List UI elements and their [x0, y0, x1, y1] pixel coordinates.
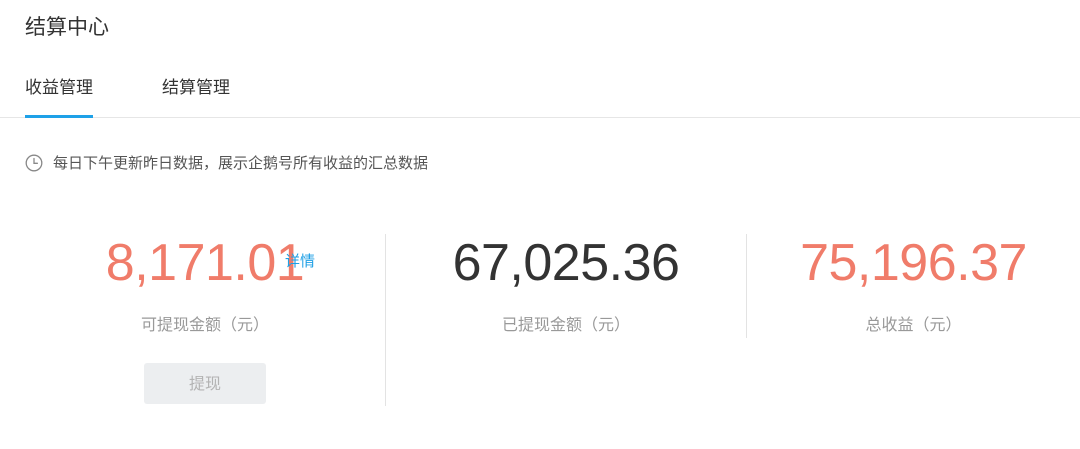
stat-withdrawable: 8,171.01 详情 可提现金额（元） 提现	[25, 232, 385, 407]
tab-settlement-management[interactable]: 结算管理	[162, 76, 230, 100]
tab-income-management[interactable]: 收益管理	[25, 76, 93, 118]
stat-withdrawn: 67,025.36 已提现金额（元）	[386, 232, 746, 407]
stats-panel: 8,171.01 详情 可提现金额（元） 提现 67,025.36 已提现金额（…	[25, 232, 1080, 407]
clock-icon	[25, 154, 43, 172]
stat-total-income: 75,196.37 总收益（元）	[747, 232, 1080, 407]
update-notice: 每日下午更新昨日数据，展示企鹅号所有收益的汇总数据	[25, 152, 428, 174]
page-title: 结算中心	[25, 15, 109, 39]
total-income-label: 总收益（元）	[865, 315, 962, 334]
notice-text: 每日下午更新昨日数据，展示企鹅号所有收益的汇总数据	[53, 154, 429, 172]
withdrawn-amount: 67,025.36	[452, 234, 680, 292]
withdrawable-amount: 8,171.01	[105, 234, 305, 292]
details-link[interactable]: 详情	[285, 250, 315, 271]
withdraw-button[interactable]: 提现	[144, 363, 266, 404]
total-income-amount: 75,196.37	[800, 234, 1027, 292]
tab-bar: 收益管理 结算管理	[0, 70, 1080, 118]
withdrawn-label: 已提现金额（元）	[501, 315, 630, 334]
withdrawable-label: 可提现金额（元）	[140, 315, 269, 334]
